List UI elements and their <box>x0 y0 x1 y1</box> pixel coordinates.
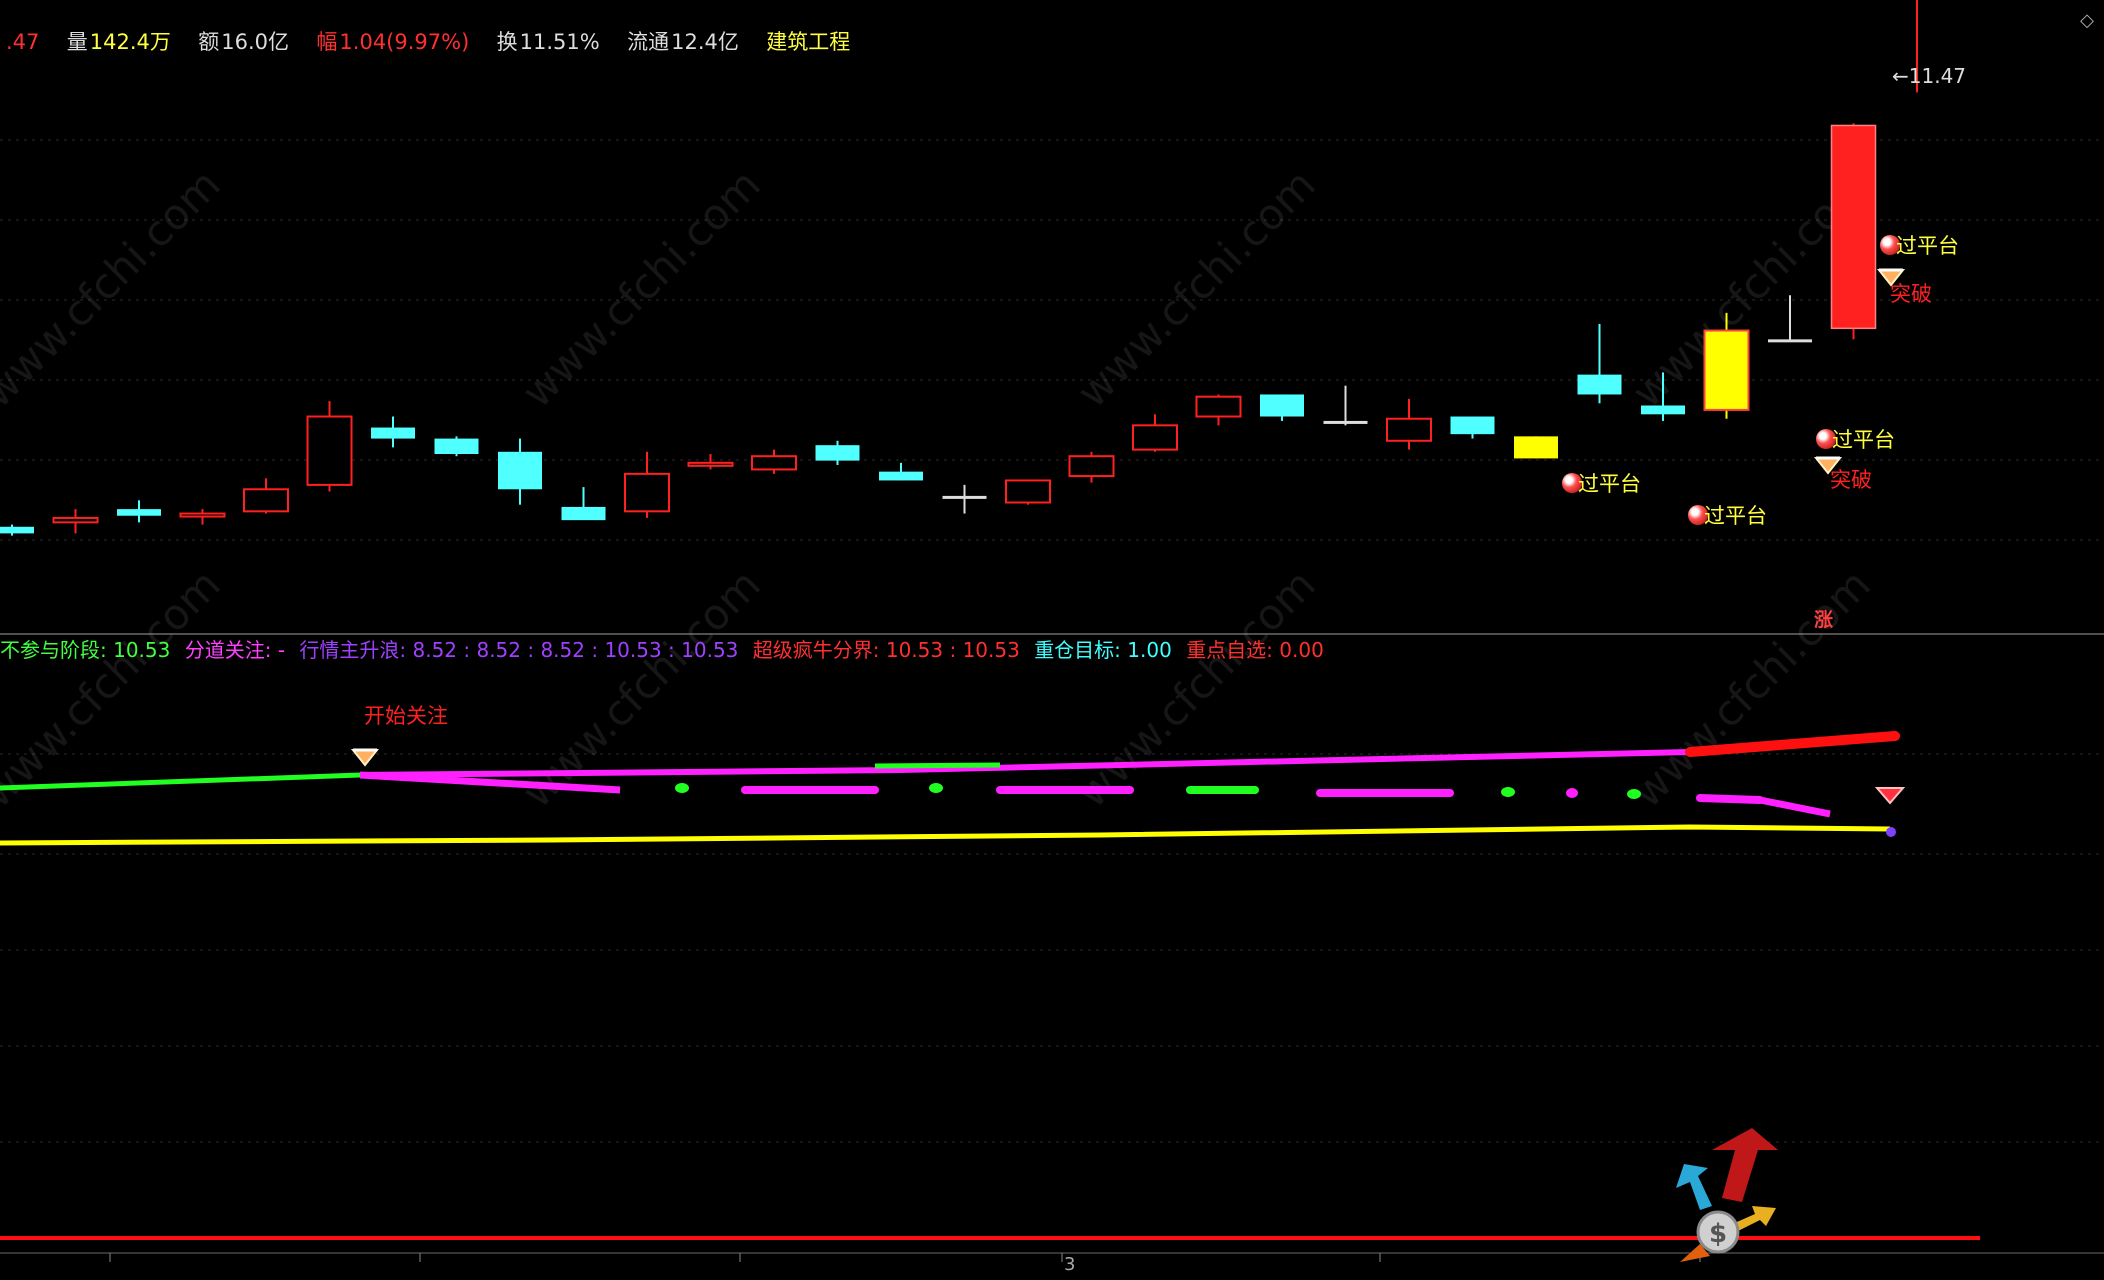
candle-body <box>942 495 987 499</box>
platform-signal: 过平台 <box>1880 230 1959 260</box>
header-amount: 额16.0亿 <box>198 30 290 54</box>
candle-body <box>498 451 542 490</box>
diamond-icon <box>1874 787 1906 805</box>
magenta-dash <box>1696 794 1764 804</box>
candle-body <box>687 461 734 467</box>
candle-body <box>0 526 34 534</box>
candle-body <box>306 415 353 486</box>
candlestick-series <box>0 0 1918 536</box>
start-watch-label: 开始关注 <box>364 704 448 728</box>
candle-body <box>179 512 226 518</box>
purple-dot <box>1886 827 1896 837</box>
candle-body <box>1641 405 1685 415</box>
indicator-legend-skip: 不参与阶段: 10.53 <box>0 638 171 662</box>
max-price-label: ←11.47 <box>1892 64 1967 88</box>
candle-body <box>1005 479 1051 504</box>
candle-body <box>1768 339 1812 343</box>
indicator-legend-bull: 超级疯牛分界: 10.53 : 10.53 <box>752 638 1020 662</box>
candle-body <box>1450 416 1495 435</box>
red-arrow-icon <box>1712 1128 1778 1202</box>
header-change: 幅1.04(9.97%) <box>316 30 470 54</box>
candle-body <box>879 471 923 481</box>
green-line <box>0 772 361 791</box>
candle-body <box>751 455 797 471</box>
candle-body <box>1195 395 1242 418</box>
indicator-lines <box>0 731 1980 1240</box>
magenta-dot <box>1566 788 1578 798</box>
candle-body <box>815 445 860 461</box>
watermark-text: www.cfchi.com <box>512 560 769 817</box>
indicator-legend-wave: 行情主升浪: 8.52 : 8.52 : 8.52 : 10.53 : 10.5… <box>299 638 739 662</box>
watermark-text: www.cfchi.com <box>1067 160 1324 417</box>
candle-body <box>624 472 670 513</box>
header-turnover: 换11.51% <box>496 30 600 54</box>
platform-signal: 过平台 <box>1688 500 1767 530</box>
candle-body <box>243 488 289 513</box>
header-last-price: .47 <box>6 30 40 54</box>
magenta-dash <box>1759 796 1831 818</box>
candle-body <box>1132 424 1178 451</box>
indicator-legend-focus: 重点自选: 0.00 <box>1186 638 1324 662</box>
candle-body <box>371 427 415 439</box>
indicator-legend-target: 重仓目标: 1.00 <box>1034 638 1172 662</box>
rising-arrows-logo-icon: $ <box>1676 1128 1778 1262</box>
stock-chart-window: www.cfchi.com www.cfchi.com www.cfchi.com w… <box>0 0 2104 1280</box>
candle-body <box>1323 420 1368 424</box>
coin-symbol-icon: $ <box>1709 1219 1727 1249</box>
diamond-outline-icon[interactable]: ◇ <box>2080 10 2094 31</box>
green-dot <box>1627 789 1641 799</box>
grid-lines <box>0 139 2104 1262</box>
candle-body <box>434 438 479 455</box>
candle-body <box>1386 417 1432 442</box>
green-dash <box>874 762 1001 769</box>
bottom-axis-label: 3 <box>1064 1254 1076 1275</box>
limit-up-badge: 涨 <box>1814 609 1834 631</box>
candle-body <box>1703 329 1750 411</box>
candle-body <box>1068 455 1115 478</box>
candle-body <box>1830 124 1877 330</box>
watermark-text: www.cfchi.com <box>512 160 769 417</box>
green-dot <box>929 783 943 793</box>
header-float-cap: 流通12.4亿 <box>627 30 739 54</box>
watermark-text: www.cfchi.com <box>1622 560 1879 817</box>
platform-signal: 过平台 <box>1562 468 1641 498</box>
breakout-signal: 突破 <box>1830 468 1872 492</box>
candle-body <box>52 516 99 524</box>
green-dot <box>1501 787 1515 797</box>
diamond-icon <box>350 749 380 767</box>
watermark-text: www.cfchi.com <box>0 160 230 417</box>
indicator-legend-split: 分道关注: - <box>184 638 286 662</box>
indicator-header: 不参与阶段: 10.53 分道关注: - 行情主升浪: 8.52 : 8.52 … <box>0 638 1324 662</box>
candle-body <box>1514 436 1558 459</box>
header-sector: 建筑工程 <box>766 30 851 54</box>
candle-body <box>561 506 606 521</box>
breakout-signal: 突破 <box>1890 282 1932 306</box>
quote-header: .47 量142.4万 额16.0亿 幅1.04(9.97%) 换11.51% … <box>6 30 852 54</box>
header-volume: 量142.4万 <box>66 30 171 54</box>
platform-signal: 过平台 <box>1816 424 1895 454</box>
candle-body <box>117 509 161 516</box>
yellow-line <box>0 824 1891 846</box>
candle-body <box>1577 374 1622 395</box>
blue-arrow-icon <box>1676 1164 1712 1210</box>
green-dot <box>675 783 689 793</box>
watermark-text: www.cfchi.com <box>1067 560 1324 817</box>
candle-body <box>1260 394 1304 417</box>
